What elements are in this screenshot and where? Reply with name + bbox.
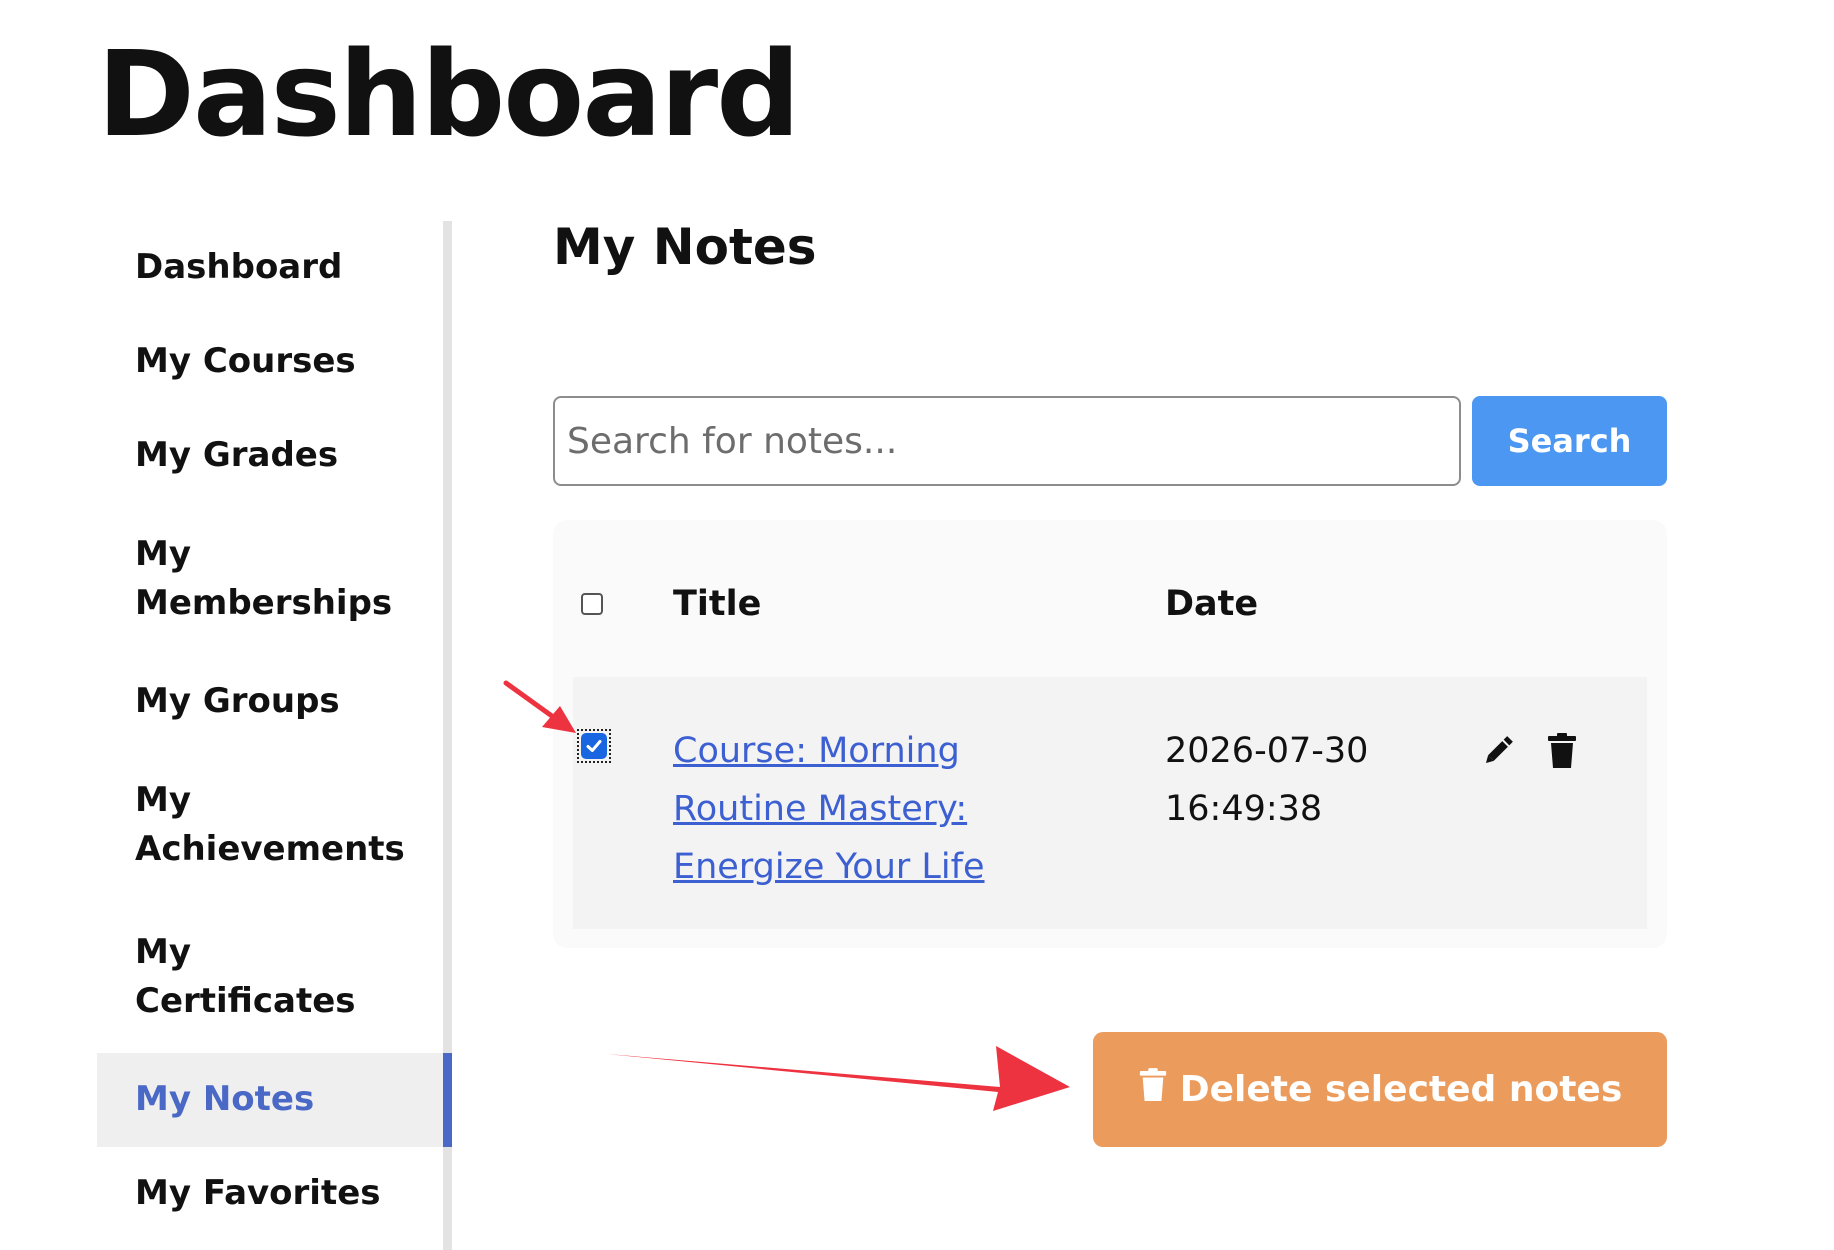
sidebar-item-label: My Courses xyxy=(135,341,356,382)
search-input[interactable] xyxy=(553,396,1461,486)
notes-table: Title Date Course: Morning Routine Maste… xyxy=(553,520,1667,948)
sidebar-item-label: My Favorites xyxy=(135,1173,381,1214)
sidebar-item-label: My Achievements xyxy=(135,779,405,869)
delete-selected-notes-button[interactable]: Delete selected notes xyxy=(1093,1032,1667,1147)
page-title: Dashboard xyxy=(97,25,801,163)
row-checkbox[interactable] xyxy=(577,729,611,763)
sidebar-item-label: My Memberships xyxy=(135,533,393,623)
sidebar-item-dashboard[interactable]: Dashboard xyxy=(97,221,443,315)
sidebar-item-label: Dashboard xyxy=(135,247,343,288)
sidebar-item-label: My Groups xyxy=(135,681,340,722)
sidebar-item-my-memberships[interactable]: My Memberships xyxy=(97,503,443,655)
section-title: My Notes xyxy=(553,218,817,276)
sidebar-item-my-favorites[interactable]: My Favorites xyxy=(97,1147,443,1241)
trash-icon[interactable] xyxy=(1540,729,1584,773)
sidebar-item-my-groups[interactable]: My Groups xyxy=(97,655,443,749)
sidebar-nav: Dashboard My Courses My Grades My Member… xyxy=(97,221,452,1250)
table-row: Course: Morning Routine Mastery: Energiz… xyxy=(573,677,1647,929)
sidebar-item-label: My Grades xyxy=(135,435,339,476)
sidebar-item-my-certificates[interactable]: My Certificates xyxy=(97,901,443,1053)
red-arrow-icon xyxy=(607,1046,1070,1111)
note-date: 2026-07-30 16:49:38 xyxy=(1165,731,1369,829)
note-title-link[interactable]: Course: Morning Routine Mastery: Energiz… xyxy=(673,722,1003,896)
column-header-date: Date xyxy=(1165,584,1259,624)
sidebar-item-my-courses[interactable]: My Courses xyxy=(97,315,443,409)
trash-icon xyxy=(1138,1067,1168,1112)
delete-button-label: Delete selected notes xyxy=(1179,1069,1623,1110)
sidebar-item-label: My Notes xyxy=(135,1079,315,1120)
sidebar-item-my-grades[interactable]: My Grades xyxy=(97,409,443,503)
sidebar-item-label: My Certificates xyxy=(135,931,356,1021)
search-button[interactable]: Search xyxy=(1472,396,1667,486)
pencil-icon[interactable] xyxy=(1476,729,1520,773)
select-all-checkbox[interactable] xyxy=(581,593,603,615)
sidebar-item-my-achievements[interactable]: My Achievements xyxy=(97,749,443,901)
sidebar-item-my-notes[interactable]: My Notes xyxy=(97,1053,452,1147)
checkmark-icon xyxy=(581,733,607,759)
column-header-title: Title xyxy=(673,584,762,624)
